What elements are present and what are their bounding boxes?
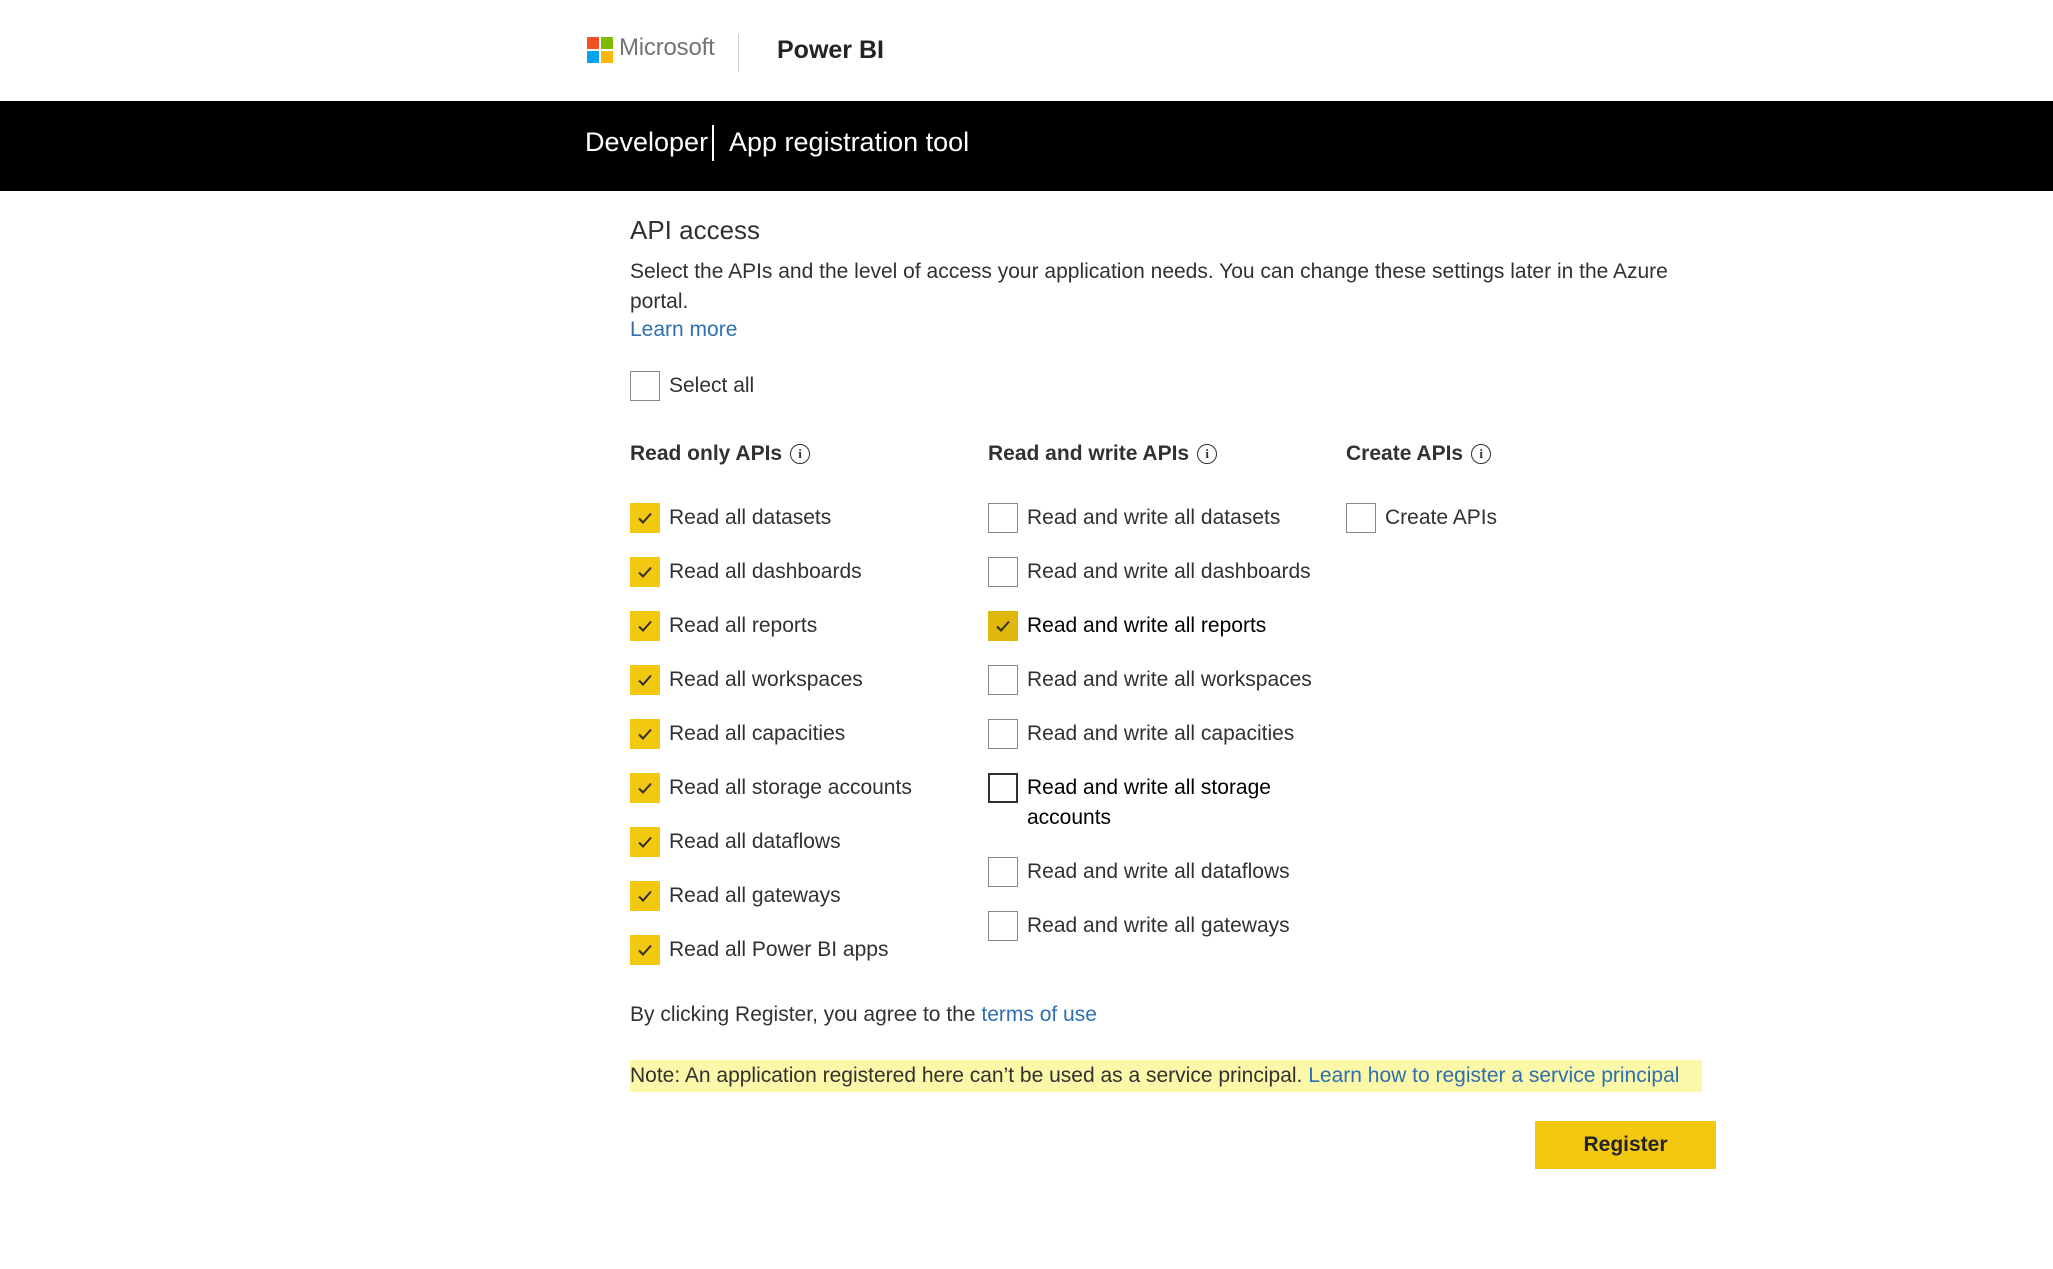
- checkbox-label: Read all dataflows: [669, 830, 841, 853]
- checkmark-icon: [638, 620, 652, 632]
- section-description: Select the APIs and the level of access …: [630, 260, 1668, 313]
- checkbox-label: Read all dashboards: [669, 560, 862, 583]
- checkmark-icon: [638, 836, 652, 848]
- header-section-link[interactable]: Developer: [585, 127, 708, 158]
- terms-of-use-link[interactable]: terms of use: [981, 1003, 1097, 1026]
- checkbox-read-write-all-storage-accounts[interactable]: Read and write all storage accounts: [988, 773, 1308, 833]
- checkmark-icon: [996, 620, 1010, 632]
- logo-square-red: [587, 37, 599, 49]
- checkmark-icon: [638, 566, 652, 578]
- checkbox-read-all-dashboards[interactable]: Read all dashboards: [630, 557, 862, 587]
- checkmark-icon: [638, 890, 652, 902]
- checkbox-read-all-dataflows[interactable]: Read all dataflows: [630, 827, 841, 857]
- checkbox-read-write-all-capacities[interactable]: Read and write all capacities: [988, 719, 1294, 749]
- checkbox-label: Read and write all capacities: [1027, 722, 1295, 745]
- checkbox-box[interactable]: [988, 773, 1018, 803]
- checkbox-read-write-all-workspaces[interactable]: Read and write all workspaces: [988, 665, 1312, 695]
- checkbox-create-apis[interactable]: Create APIs: [1346, 503, 1497, 533]
- checkbox-box[interactable]: [1346, 503, 1376, 533]
- logo-square-green: [601, 37, 613, 49]
- checkbox-label: Select all: [669, 374, 755, 397]
- checkbox-box[interactable]: [988, 911, 1018, 941]
- checkbox-label: Read and write all dataflows: [1027, 860, 1290, 883]
- checkmark-icon: [638, 512, 652, 524]
- checkbox-box[interactable]: [630, 665, 660, 695]
- checkbox-label: Create APIs: [1385, 506, 1498, 529]
- checkbox-label: Read and write all datasets: [1027, 506, 1281, 529]
- checkbox-box[interactable]: [630, 503, 660, 533]
- checkbox-read-all-power-bi-apps[interactable]: Read all Power BI apps: [630, 935, 888, 965]
- checkbox-read-all-reports[interactable]: Read all reports: [630, 611, 817, 641]
- checkbox-label: Read and write all storage accounts: [1027, 776, 1271, 829]
- checkbox-box[interactable]: [988, 611, 1018, 641]
- checkbox-box[interactable]: [630, 773, 660, 803]
- learn-more-link[interactable]: Learn more: [630, 318, 737, 342]
- read-write-apis-heading: Read and write APIs i: [988, 442, 1218, 466]
- brand-divider: [738, 34, 739, 72]
- microsoft-wordmark: Microsoft: [619, 34, 715, 61]
- checkbox-read-write-all-gateways[interactable]: Read and write all gateways: [988, 911, 1290, 941]
- checkbox-label: Read all gateways: [669, 884, 841, 907]
- product-name[interactable]: Power BI: [777, 36, 884, 65]
- checkbox-box[interactable]: [630, 719, 660, 749]
- checkbox-label: Read and write all reports: [1027, 614, 1267, 637]
- checkbox-label: Read all Power BI apps: [669, 938, 889, 961]
- service-principal-link[interactable]: Learn how to register a service principa…: [1308, 1064, 1679, 1087]
- checkbox-box[interactable]: [630, 371, 660, 401]
- checkbox-box[interactable]: [630, 557, 660, 587]
- info-icon[interactable]: i: [1197, 444, 1218, 464]
- checkbox-box[interactable]: [988, 557, 1018, 587]
- checkbox-box[interactable]: [988, 719, 1018, 749]
- checkbox-read-all-gateways[interactable]: Read all gateways: [630, 881, 841, 911]
- terms-text: By clicking Register, you agree to the t…: [630, 1003, 1097, 1027]
- app-header: Developer App registration tool: [0, 101, 2053, 191]
- checkmark-icon: [638, 674, 652, 686]
- checkbox-box[interactable]: [630, 881, 660, 911]
- checkbox-box[interactable]: [630, 935, 660, 965]
- logo-square-blue: [587, 51, 599, 63]
- checkbox-label: Read all reports: [669, 614, 818, 637]
- select-all-checkbox[interactable]: Select all: [630, 371, 754, 401]
- logo-square-yellow: [601, 51, 613, 63]
- microsoft-logo-icon: [587, 37, 613, 63]
- section-title: API access: [630, 215, 761, 245]
- checkbox-read-all-storage-accounts[interactable]: Read all storage accounts: [630, 773, 912, 803]
- checkbox-box[interactable]: [988, 503, 1018, 533]
- column-heading-label: Create APIs: [1346, 442, 1464, 465]
- checkbox-label: Read and write all gateways: [1027, 914, 1290, 937]
- checkbox-read-all-capacities[interactable]: Read all capacities: [630, 719, 845, 749]
- checkmark-icon: [638, 782, 652, 794]
- page-title: App registration tool: [729, 127, 970, 157]
- note-text: Note: An application registered here can…: [630, 1064, 1303, 1087]
- info-icon[interactable]: i: [790, 444, 811, 464]
- checkbox-box[interactable]: [630, 611, 660, 641]
- header-divider: [712, 125, 714, 161]
- checkbox-read-all-workspaces[interactable]: Read all workspaces: [630, 665, 863, 695]
- checkbox-label: Read and write all workspaces: [1027, 668, 1312, 691]
- checkbox-label: Read all storage accounts: [669, 776, 912, 799]
- checkbox-label: Read all workspaces: [669, 668, 863, 691]
- register-button[interactable]: Register: [1535, 1121, 1716, 1169]
- column-heading-label: Read and write APIs: [988, 442, 1190, 465]
- checkmark-icon: [638, 944, 652, 956]
- checkbox-read-write-all-reports[interactable]: Read and write all reports: [988, 611, 1266, 641]
- read-only-apis-heading: Read only APIs i: [630, 442, 811, 466]
- checkbox-box[interactable]: [988, 665, 1018, 695]
- checkbox-read-write-all-datasets[interactable]: Read and write all datasets: [988, 503, 1280, 533]
- service-principal-note: Note: An application registered here can…: [630, 1060, 1702, 1092]
- checkbox-read-all-datasets[interactable]: Read all datasets: [630, 503, 831, 533]
- checkbox-label: Read all capacities: [669, 722, 846, 745]
- checkbox-box[interactable]: [988, 857, 1018, 887]
- checkmark-icon: [638, 728, 652, 740]
- checkbox-box[interactable]: [630, 827, 660, 857]
- terms-prefix: By clicking Register, you agree to the: [630, 1003, 976, 1026]
- checkbox-label: Read and write all dashboards: [1027, 560, 1311, 583]
- checkbox-label: Read all datasets: [669, 506, 832, 529]
- brand-bar: Microsoft Power BI: [0, 0, 2053, 101]
- column-heading-label: Read only APIs: [630, 442, 783, 465]
- info-icon[interactable]: i: [1471, 444, 1492, 464]
- checkbox-read-write-all-dashboards[interactable]: Read and write all dashboards: [988, 557, 1311, 587]
- checkbox-read-write-all-dataflows[interactable]: Read and write all dataflows: [988, 857, 1290, 887]
- create-apis-heading: Create APIs i: [1346, 442, 1492, 466]
